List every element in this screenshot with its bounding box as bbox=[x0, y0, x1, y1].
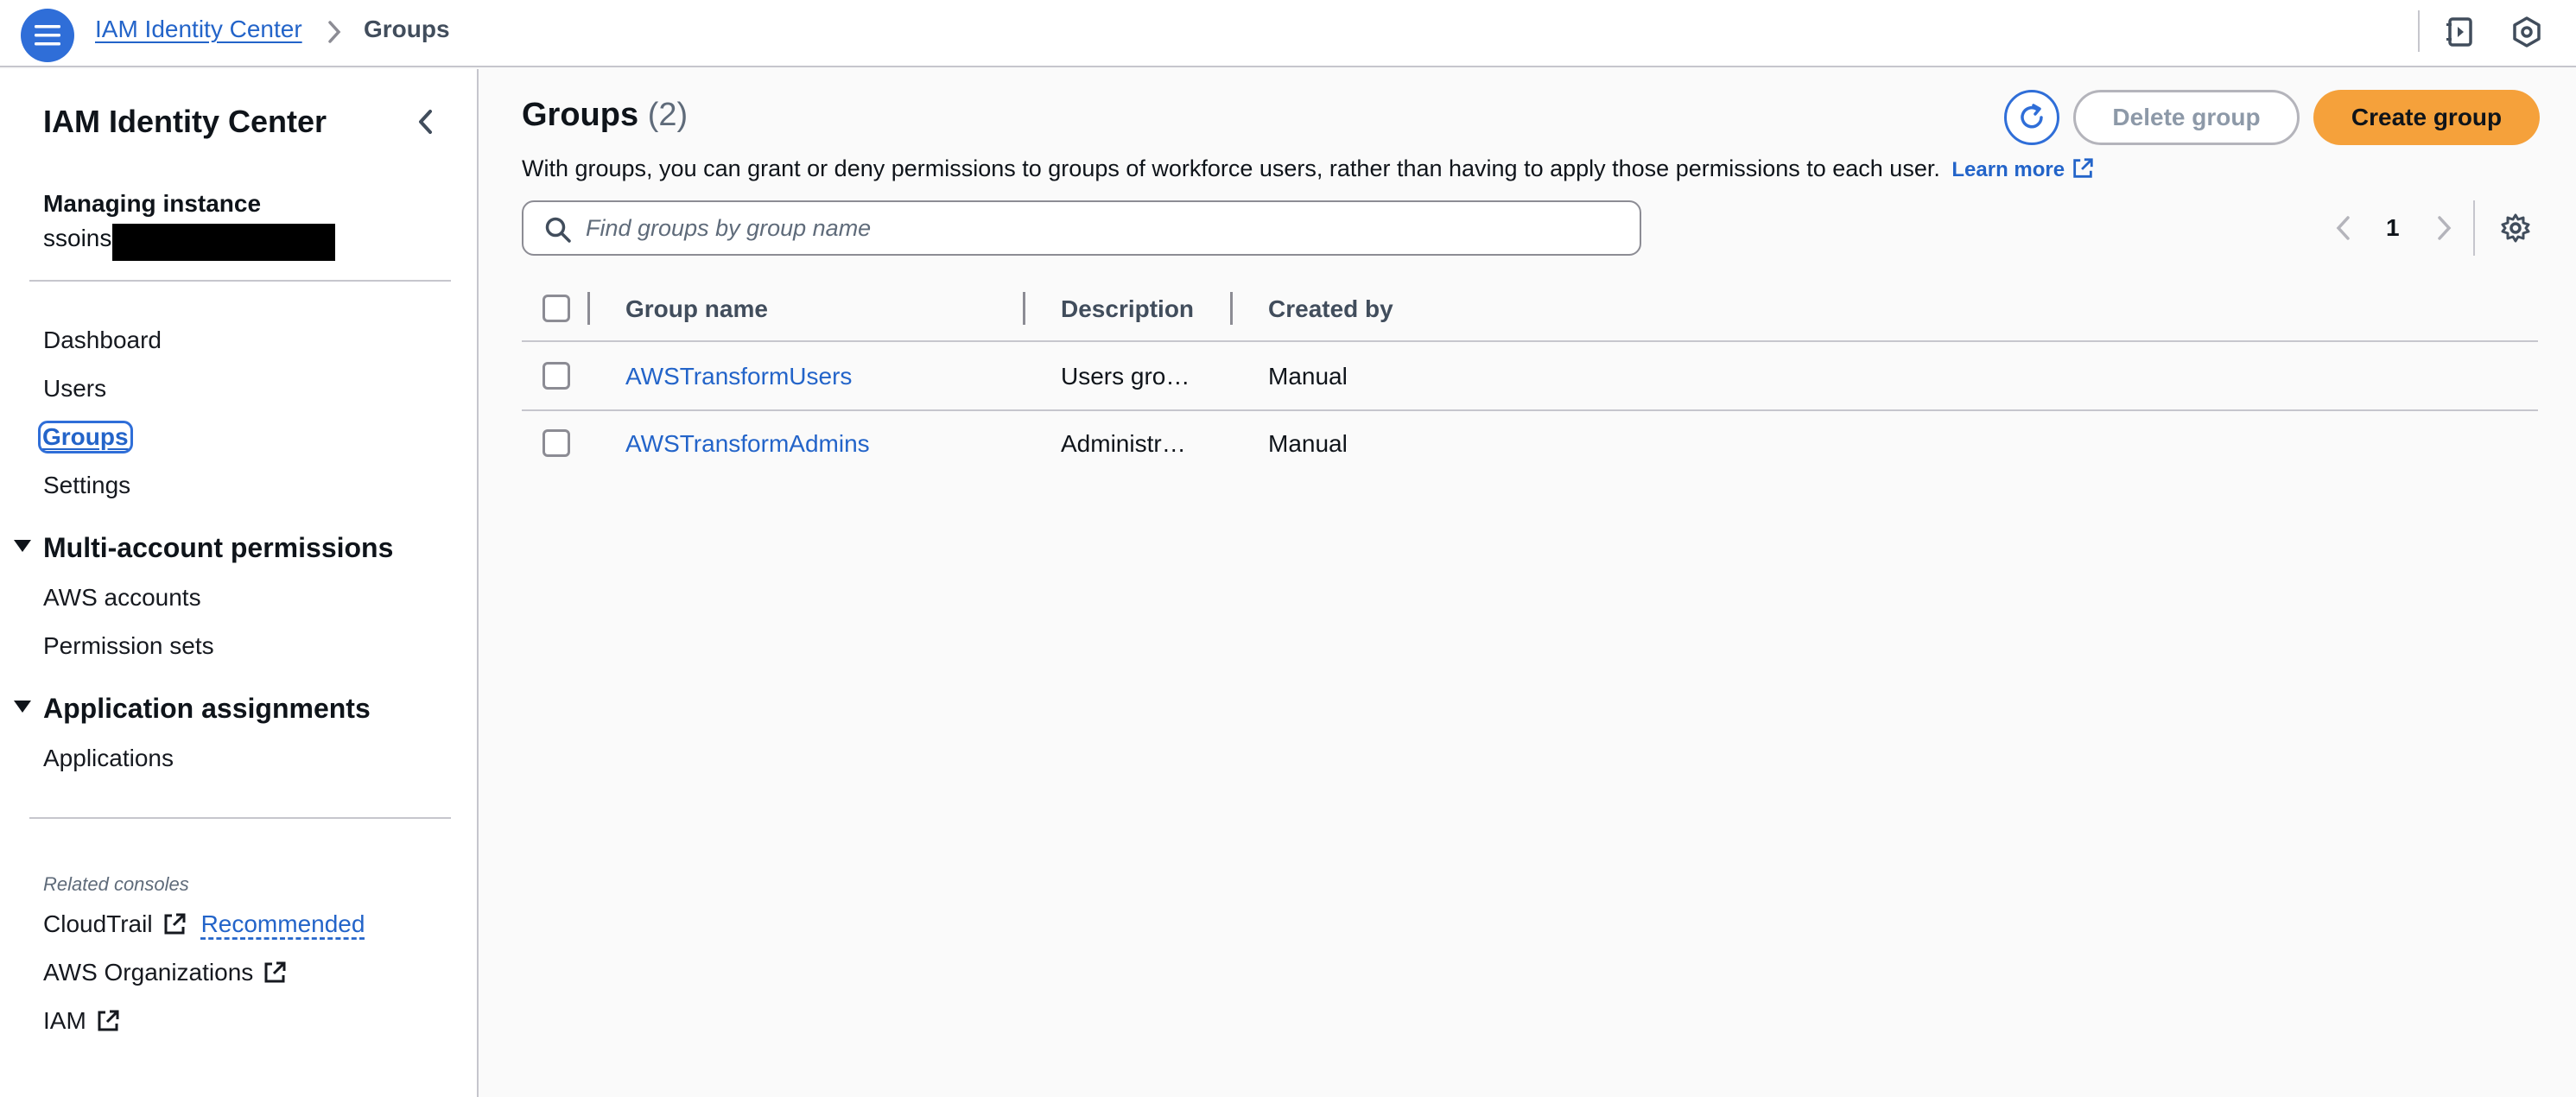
create-group-button[interactable]: Create group bbox=[2313, 90, 2540, 145]
menu-icon bbox=[35, 25, 60, 46]
instance-id: ssoins- bbox=[43, 225, 120, 251]
row-checkbox[interactable] bbox=[542, 362, 570, 390]
group-description: Administr… bbox=[1061, 430, 1186, 457]
search-input[interactable] bbox=[586, 209, 1622, 247]
external-link-icon bbox=[2073, 158, 2093, 178]
page-title-text: Groups bbox=[522, 97, 639, 133]
sidebar-divider bbox=[29, 817, 451, 819]
chevron-right-icon bbox=[328, 21, 341, 43]
sidebar-item-groups[interactable]: Groups bbox=[38, 421, 133, 453]
current-page-number[interactable]: 1 bbox=[2386, 214, 2400, 242]
column-separator bbox=[587, 292, 590, 325]
managing-instance-label: Managing instance bbox=[43, 190, 262, 217]
group-created-by: Manual bbox=[1268, 363, 1348, 390]
side-navigation-title: IAM Identity Center bbox=[43, 104, 327, 139]
refresh-button[interactable] bbox=[2004, 90, 2059, 145]
table-row-divider bbox=[522, 409, 2538, 411]
column-header-group-name[interactable]: Group name bbox=[625, 295, 768, 323]
group-name-link[interactable]: AWSTransformUsers bbox=[625, 363, 852, 390]
delete-group-button[interactable]: Delete group bbox=[2073, 90, 2300, 145]
redacted-instance-id bbox=[112, 224, 335, 261]
refresh-icon bbox=[2021, 104, 2043, 129]
column-resize-handle[interactable] bbox=[1230, 292, 1233, 325]
column-resize-handle[interactable] bbox=[1023, 292, 1025, 325]
related-iam: IAM bbox=[43, 1007, 121, 1035]
related-consoles-label: Related consoles bbox=[43, 873, 189, 895]
table-header-divider bbox=[522, 340, 2538, 342]
iam-link[interactable]: IAM bbox=[43, 1007, 86, 1035]
gear-icon[interactable] bbox=[2500, 212, 2531, 244]
search-field[interactable] bbox=[522, 200, 1641, 256]
sidebar-item-dashboard[interactable]: Dashboard bbox=[43, 327, 162, 354]
external-link-icon bbox=[164, 913, 186, 935]
page-title: Groups (2) bbox=[522, 97, 688, 134]
select-all-checkbox[interactable] bbox=[542, 295, 570, 322]
related-aws-organizations: AWS Organizations bbox=[43, 959, 288, 986]
caret-down-icon[interactable] bbox=[12, 698, 33, 715]
search-icon bbox=[545, 217, 571, 243]
collapse-sidebar-icon[interactable] bbox=[413, 107, 439, 136]
menu-button[interactable] bbox=[21, 9, 74, 62]
learn-more-link[interactable]: Learn more bbox=[1951, 158, 2094, 181]
caret-down-icon[interactable] bbox=[12, 537, 33, 555]
group-created-by: Manual bbox=[1268, 430, 1348, 457]
breadcrumb-current: Groups bbox=[364, 16, 450, 42]
side-navigation: IAM Identity Center Managing instance ss… bbox=[0, 69, 479, 1097]
top-navigation-bar: IAM Identity Center Groups bbox=[0, 0, 2576, 67]
page-description: With groups, you can grant or deny permi… bbox=[522, 155, 2095, 182]
section-multi-account-permissions[interactable]: Multi-account permissions bbox=[43, 532, 393, 564]
column-header-description[interactable]: Description bbox=[1061, 295, 1194, 323]
sidebar-item-aws-accounts[interactable]: AWS accounts bbox=[43, 584, 201, 612]
sidebar-item-permission-sets[interactable]: Permission sets bbox=[43, 632, 214, 660]
column-header-created-by[interactable]: Created by bbox=[1268, 295, 1393, 323]
section-application-assignments[interactable]: Application assignments bbox=[43, 693, 371, 725]
sidebar-divider bbox=[29, 280, 451, 282]
cloudtrail-link[interactable]: CloudTrail bbox=[43, 910, 153, 938]
next-page-icon[interactable] bbox=[2433, 214, 2455, 242]
notes-panel-icon[interactable] bbox=[2445, 16, 2476, 48]
external-link-icon bbox=[98, 1010, 119, 1031]
row-checkbox[interactable] bbox=[542, 429, 570, 457]
description-text: With groups, you can grant or deny permi… bbox=[522, 155, 1940, 181]
learn-more-label[interactable]: Learn more bbox=[1951, 158, 2065, 181]
group-name-link[interactable]: AWSTransformAdmins bbox=[625, 430, 870, 458]
sidebar-item-applications[interactable]: Applications bbox=[43, 745, 174, 772]
pager-divider bbox=[2473, 200, 2475, 256]
breadcrumb-service-link[interactable]: IAM Identity Center bbox=[95, 16, 302, 43]
sidebar-item-settings[interactable]: Settings bbox=[43, 472, 130, 499]
group-count: (2) bbox=[647, 97, 688, 133]
top-divider bbox=[2418, 10, 2420, 52]
settings-hexagon-icon[interactable] bbox=[2510, 16, 2543, 48]
previous-page-icon[interactable] bbox=[2332, 214, 2355, 242]
external-link-icon bbox=[264, 961, 286, 983]
related-cloudtrail: CloudTrail Recommended bbox=[43, 910, 365, 938]
group-description: Users gro… bbox=[1061, 363, 1190, 390]
sidebar-item-users[interactable]: Users bbox=[43, 375, 106, 403]
aws-organizations-link[interactable]: AWS Organizations bbox=[43, 959, 253, 986]
recommended-badge[interactable]: Recommended bbox=[201, 910, 365, 938]
